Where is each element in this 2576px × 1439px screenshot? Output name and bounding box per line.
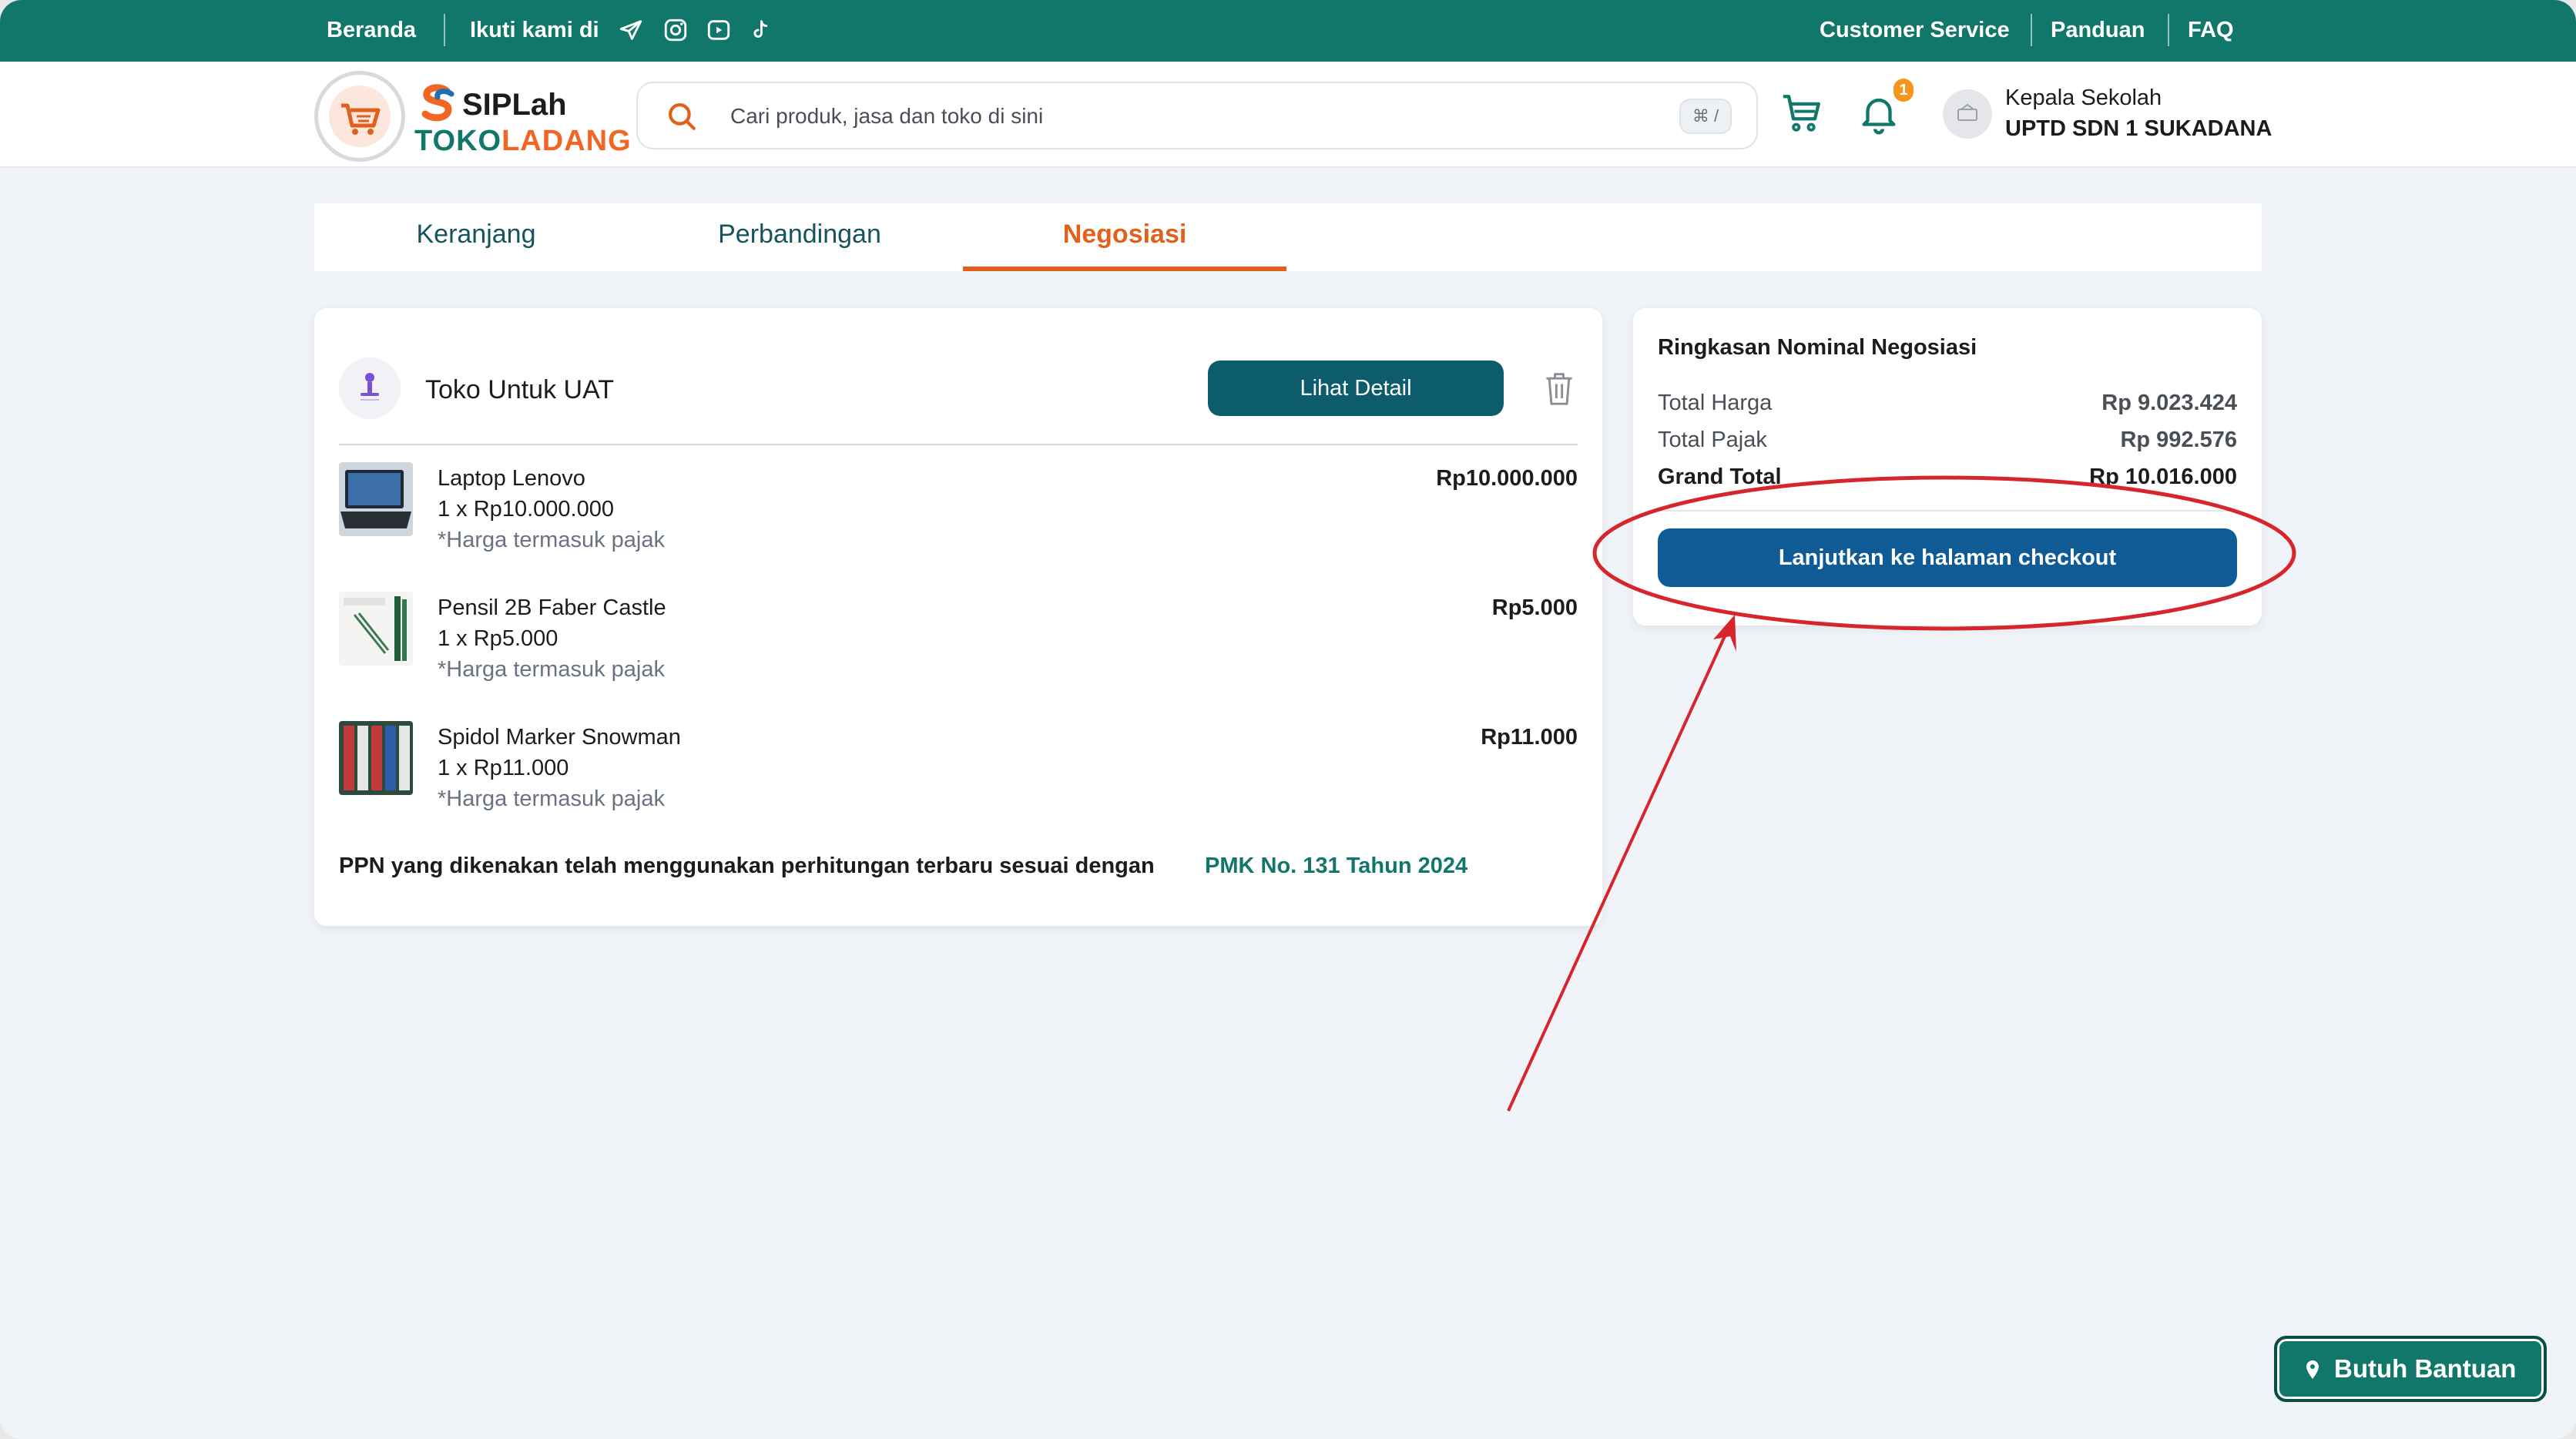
product-image-pencil[interactable] (339, 592, 413, 666)
total-tax-value: Rp 992.576 (2120, 428, 2237, 452)
tiktok-icon[interactable] (747, 17, 773, 43)
logo-ladang-part: LADANG (501, 125, 632, 157)
home-link[interactable]: Beranda (327, 15, 416, 45)
product-name[interactable]: Spidol Marker Snowman (438, 723, 681, 752)
checkout-button[interactable]: Lanjutkan ke halaman checkout (1658, 528, 2237, 587)
grand-total-label: Grand Total (1658, 465, 1782, 489)
search-icon (669, 103, 696, 130)
customer-service-link[interactable]: Customer Service (1820, 15, 2010, 45)
guide-link[interactable]: Panduan (2051, 15, 2145, 45)
telegram-icon[interactable] (618, 17, 644, 43)
youtube-icon[interactable] (706, 17, 732, 43)
location-pin-icon (2306, 1360, 2319, 1379)
tab-perbandingan[interactable]: Perbandingan (638, 203, 961, 271)
logo-toko-part: TOKO (414, 125, 502, 157)
total-price-value: Rp 9.023.424 (2101, 391, 2237, 415)
summary-title: Ringkasan Nominal Negosiasi (1658, 335, 1977, 360)
logo-tokoladang-text: TOKOLADANG (414, 123, 632, 159)
tab-keranjang[interactable]: Keranjang (314, 203, 638, 271)
product-quantity: 1 x Rp10.000.000 (438, 497, 614, 522)
product-price: Rp5.000 (1491, 595, 1578, 620)
user-role[interactable]: Kepala Sekolah (2005, 83, 2162, 112)
product-tax-note: *Harga termasuk pajak (438, 528, 665, 552)
store-avatar (339, 357, 401, 419)
top-bar: Beranda Ikuti kami di Customer Service P… (0, 0, 2576, 62)
logo-siplah-text: SIPLah (462, 88, 567, 122)
divider (444, 14, 445, 46)
siplah-logo-icon (421, 84, 454, 122)
cart-icon[interactable] (1779, 91, 1824, 136)
product-price: Rp10.000.000 (1436, 466, 1578, 491)
product-tax-note: *Harga termasuk pajak (438, 787, 665, 811)
help-label: Butuh Bantuan (2334, 1354, 2517, 1383)
product-quantity: 1 x Rp11.000 (438, 756, 569, 780)
pmk-regulation-link[interactable]: PMK No. 131 Tahun 2024 (1205, 850, 1467, 881)
product-quantity: 1 x Rp5.000 (438, 626, 558, 651)
tab-bar: Keranjang Perbandingan Negosiasi (314, 203, 2262, 271)
view-detail-button[interactable]: Lihat Detail (1208, 361, 1504, 416)
divider (339, 444, 1578, 445)
notification-badge: 1 (1893, 79, 1914, 102)
total-price-label: Total Harga (1658, 391, 1773, 415)
bell-icon[interactable] (1857, 91, 1901, 136)
product-image-laptop[interactable] (339, 462, 413, 536)
search-shortcut-badge: ⌘ / (1679, 99, 1732, 134)
app-window: Beranda Ikuti kami di Customer Service P… (0, 0, 2576, 1439)
faq-link[interactable]: FAQ (2188, 15, 2234, 45)
tab-negosiasi[interactable]: Negosiasi (963, 203, 1286, 271)
product-image-marker[interactable] (339, 721, 413, 795)
grand-total-value: Rp 10.016.000 (2089, 465, 2237, 489)
trash-icon[interactable] (1542, 370, 1576, 407)
instagram-icon[interactable] (662, 17, 689, 43)
cart-logo-icon[interactable] (314, 71, 405, 162)
search-bar[interactable]: Cari produk, jasa dan toko di sini ⌘ / (636, 82, 1758, 149)
total-tax-label: Total Pajak (1658, 428, 1767, 452)
divider (2168, 14, 2169, 46)
follow-us-label: Ikuti kami di (470, 18, 599, 42)
avatar[interactable] (1943, 89, 1992, 139)
divider (1658, 510, 2237, 512)
ppn-note: PPN yang dikenakan telah menggunakan per… (339, 854, 1155, 878)
search-input[interactable]: Cari produk, jasa dan toko di sini (730, 102, 1043, 131)
divider (2031, 14, 2032, 46)
product-price: Rp11.000 (1481, 725, 1578, 750)
user-school[interactable]: UPTD SDN 1 SUKADANA (2005, 114, 2272, 143)
help-button[interactable]: Butuh Bantuan (2274, 1336, 2547, 1402)
product-tax-note: *Harga termasuk pajak (438, 657, 665, 682)
product-name[interactable]: Pensil 2B Faber Castle (438, 593, 666, 622)
product-name[interactable]: Laptop Lenovo (438, 464, 585, 493)
store-name[interactable]: Toko Untuk UAT (425, 373, 614, 407)
